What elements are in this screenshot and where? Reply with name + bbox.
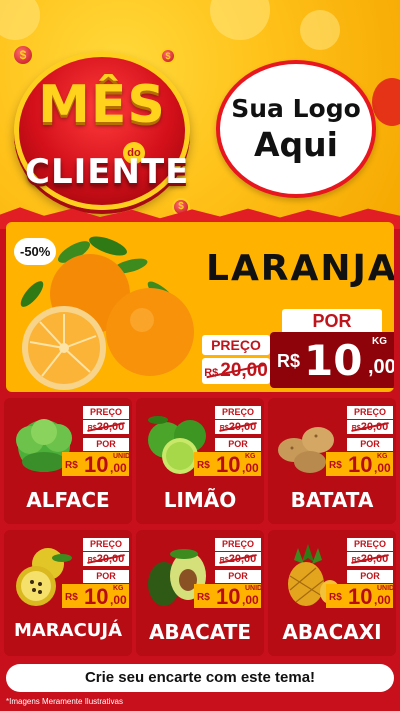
featured-product-laranja: -50% LARANJA PREÇO R$ 20,00 POR R$ 10 KG … — [6, 222, 394, 392]
new-price-label: POR — [347, 438, 393, 451]
price-currency: R$ — [65, 592, 78, 603]
new-price: R$ 10 KG ,00 — [326, 452, 393, 477]
price-unit: KG — [377, 453, 388, 460]
old-price-label: PREÇO — [83, 538, 129, 551]
product-name: LARANJA — [206, 248, 394, 289]
bokeh-decoration — [300, 10, 340, 50]
coin-icon: $ — [160, 48, 176, 64]
old-price-value: 20,00 — [220, 360, 268, 381]
price-currency: R$ — [329, 592, 342, 603]
logo-text-line1: Sua Logo — [231, 94, 361, 123]
price-unit: UNID — [113, 453, 131, 460]
new-price-label: POR — [83, 438, 129, 451]
product-card: PREÇO R$20,00 POR R$ 10 UNID ,00 ABACATE — [136, 530, 264, 656]
new-price: R$ 10 KG ,00 — [194, 452, 261, 477]
product-name: ABACATE — [148, 620, 252, 644]
cta-banner[interactable]: Crie seu encarte com este tema! — [6, 664, 394, 692]
price-unit: KG — [113, 585, 124, 592]
price-decimal: ,00 — [110, 593, 127, 607]
product-name: MARACUJÁ — [13, 620, 123, 641]
old-price-label: PREÇO — [347, 538, 393, 551]
price-decimal: ,00 — [242, 461, 259, 475]
badge-subtitle: CLIENTE — [25, 152, 190, 192]
price-currency: R$ — [329, 460, 342, 471]
bokeh-decoration — [210, 0, 270, 40]
price-integer: 10 — [216, 584, 241, 609]
new-price-label: POR — [215, 570, 261, 583]
price-currency: R$ — [197, 460, 210, 471]
new-price-label: POR — [215, 438, 261, 451]
disclaimer-text: *Imagens Meramente Ilustrativas — [6, 697, 123, 706]
product-card: PREÇO R$20,00 POR R$ 10 KG ,00 MARACUJÁ — [4, 530, 132, 656]
price-integer: 10 — [348, 452, 373, 477]
bokeh-decoration — [0, 0, 40, 40]
product-name: ABACAXI — [282, 620, 382, 644]
price-decimal: ,00 — [368, 356, 394, 378]
product-card: PREÇO R$20,00 POR R$ 10 KG ,00 LIMÃO — [136, 398, 264, 524]
coin-icon: $ — [12, 44, 34, 66]
price-integer: 10 — [84, 452, 109, 477]
product-name: LIMÃO — [163, 488, 237, 512]
old-price: R$20,00 — [347, 420, 393, 434]
new-price: R$ 10 KG ,00 — [270, 332, 394, 388]
new-price-label: POR — [347, 570, 393, 583]
mes-do-cliente-badge: MÊS do CLIENTE — [14, 52, 190, 210]
header-banner: $ $ $ MÊS do CLIENTE Sua Logo Aqui — [0, 0, 400, 222]
product-name: ALFACE — [26, 488, 110, 512]
price-integer: 10 — [348, 584, 373, 609]
logo-placeholder: Sua Logo Aqui — [216, 60, 376, 198]
old-price-label: PREÇO — [215, 538, 261, 551]
price-decimal: ,00 — [110, 461, 127, 475]
old-price: R$20,00 — [215, 420, 261, 434]
product-name: BATATA — [290, 488, 374, 512]
product-card: PREÇO R$20,00 POR R$ 10 UNID ,00 ABACAXI — [268, 530, 396, 656]
price-integer: 10 — [84, 584, 109, 609]
new-price-label: POR — [282, 309, 382, 333]
new-price: R$ 10 UNID ,00 — [326, 584, 395, 609]
old-price: R$20,00 — [83, 552, 129, 566]
price-decimal: ,00 — [242, 593, 259, 607]
price-integer: 10 — [304, 336, 363, 385]
old-price: R$20,00 — [347, 552, 393, 566]
price-unit: UNID — [245, 585, 263, 592]
price-decimal: ,00 — [374, 593, 391, 607]
old-price-label: PREÇO — [347, 406, 393, 419]
bokeh-decoration — [372, 78, 400, 126]
orange-image — [20, 236, 194, 390]
price-decimal: ,00 — [374, 461, 391, 475]
product-card: PREÇO R$20,00 POR R$ 10 UNID ,00 ALFACE — [4, 398, 132, 524]
old-price: R$20,00 — [202, 358, 270, 384]
logo-text-line2: Aqui — [254, 125, 338, 164]
old-price: R$20,00 — [83, 420, 129, 434]
price-currency: R$ — [65, 460, 78, 471]
product-card: PREÇO R$20,00 POR R$ 10 KG ,00 BATATA — [268, 398, 396, 524]
price-currency: R$ — [277, 351, 301, 371]
price-currency: R$ — [197, 592, 210, 603]
old-price-label: PREÇO — [202, 335, 270, 355]
old-price-label: PREÇO — [215, 406, 261, 419]
old-price: R$20,00 — [215, 552, 261, 566]
new-price: R$ 10 UNID ,00 — [62, 452, 131, 477]
new-price: R$ 10 KG ,00 — [62, 584, 129, 609]
price-unit: KG — [245, 453, 256, 460]
new-price: R$ 10 UNID ,00 — [194, 584, 263, 609]
new-price-label: POR — [83, 570, 129, 583]
old-price-label: PREÇO — [83, 406, 129, 419]
price-unit: KG — [372, 336, 387, 347]
price-unit: UNID — [377, 585, 395, 592]
badge-title: MÊS — [38, 75, 166, 135]
price-integer: 10 — [216, 452, 241, 477]
